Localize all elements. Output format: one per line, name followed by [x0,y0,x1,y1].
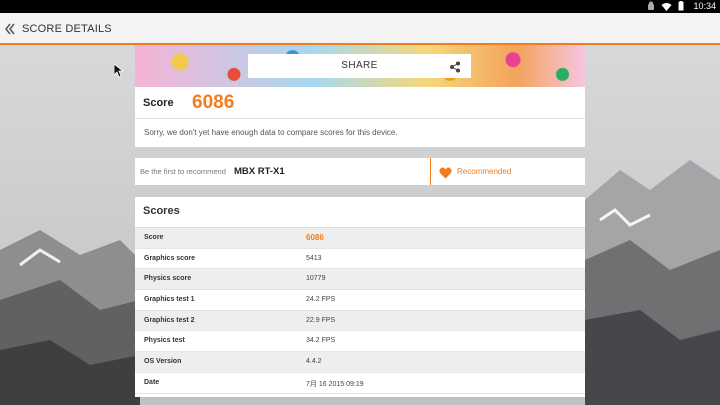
device-name: MBX RT-X1 [234,166,285,177]
scores-header: Scores [135,197,585,228]
share-button[interactable]: SHARE [248,54,471,78]
row-value: 22.9 FPS [306,316,336,324]
page-title: SCORE DETAILS [22,23,112,35]
row-key: Date [144,378,160,386]
table-row: Physics test 34.2 FPS [135,331,585,353]
battery-icon [678,1,684,13]
status-bar: 10:34 [0,0,720,13]
row-key: Score [144,234,164,241]
scores-card: Scores Score 6086 Graphics score 5413 Ph… [135,197,585,397]
scores-title: Scores [143,205,180,217]
android-icon [647,1,655,13]
mouse-cursor-icon [114,64,124,78]
table-row: Graphics test 1 24.2 FPS [135,290,585,311]
score-summary-row: Score 6086 [135,87,585,119]
table-row: Date 7月 16 2015 09:19 [135,372,585,394]
row-value: 34.2 FPS [306,337,336,345]
score-card: Score 6086 Sorry, we don't yet have enou… [135,87,585,147]
heart-icon[interactable] [439,166,452,179]
row-value: 4.4.2 [306,358,322,366]
table-row: Graphics test 2 22.9 FPS [135,310,585,332]
row-value: 10779 [306,275,326,283]
table-row: Graphics score 5413 [135,248,585,270]
row-key: OS Version [144,358,182,366]
row-key: Physics test [144,337,185,345]
comparison-message: Sorry, we don't yet have enough data to … [144,128,398,137]
recommended-button[interactable]: Recommended [457,167,511,176]
row-value: 24.2 FPS [306,296,336,304]
wifi-icon [661,2,672,13]
row-key: Physics score [144,275,192,283]
row-value: 7月 16 2015 09:19 [306,380,364,388]
table-row: Score 6086 [135,228,585,249]
status-icons [647,1,684,13]
score-label: Score [143,97,174,109]
row-key: Graphics test 2 [144,316,195,324]
row-key: Graphics score [144,254,195,262]
status-time: 10:34 [693,1,716,11]
back-chevron-icon[interactable] [3,21,17,37]
action-bar: SCORE DETAILS [0,13,720,45]
table-row: Physics score 10779 [135,269,585,291]
recommend-hint: Be the first to recommend [140,167,226,176]
share-label: SHARE [341,60,378,71]
row-value: 6086 [306,233,324,242]
divider [430,158,431,185]
table-row: OS Version 4.4.2 [135,352,585,373]
score-value: 6086 [192,92,235,113]
share-icon [449,60,461,73]
recommend-bar: Be the first to recommend MBX RT-X1 Reco… [135,158,585,185]
row-key: Graphics test 1 [144,296,195,304]
row-value: 5413 [306,254,322,262]
scores-table: Score 6086 Graphics score 5413 Physics s… [135,228,585,394]
